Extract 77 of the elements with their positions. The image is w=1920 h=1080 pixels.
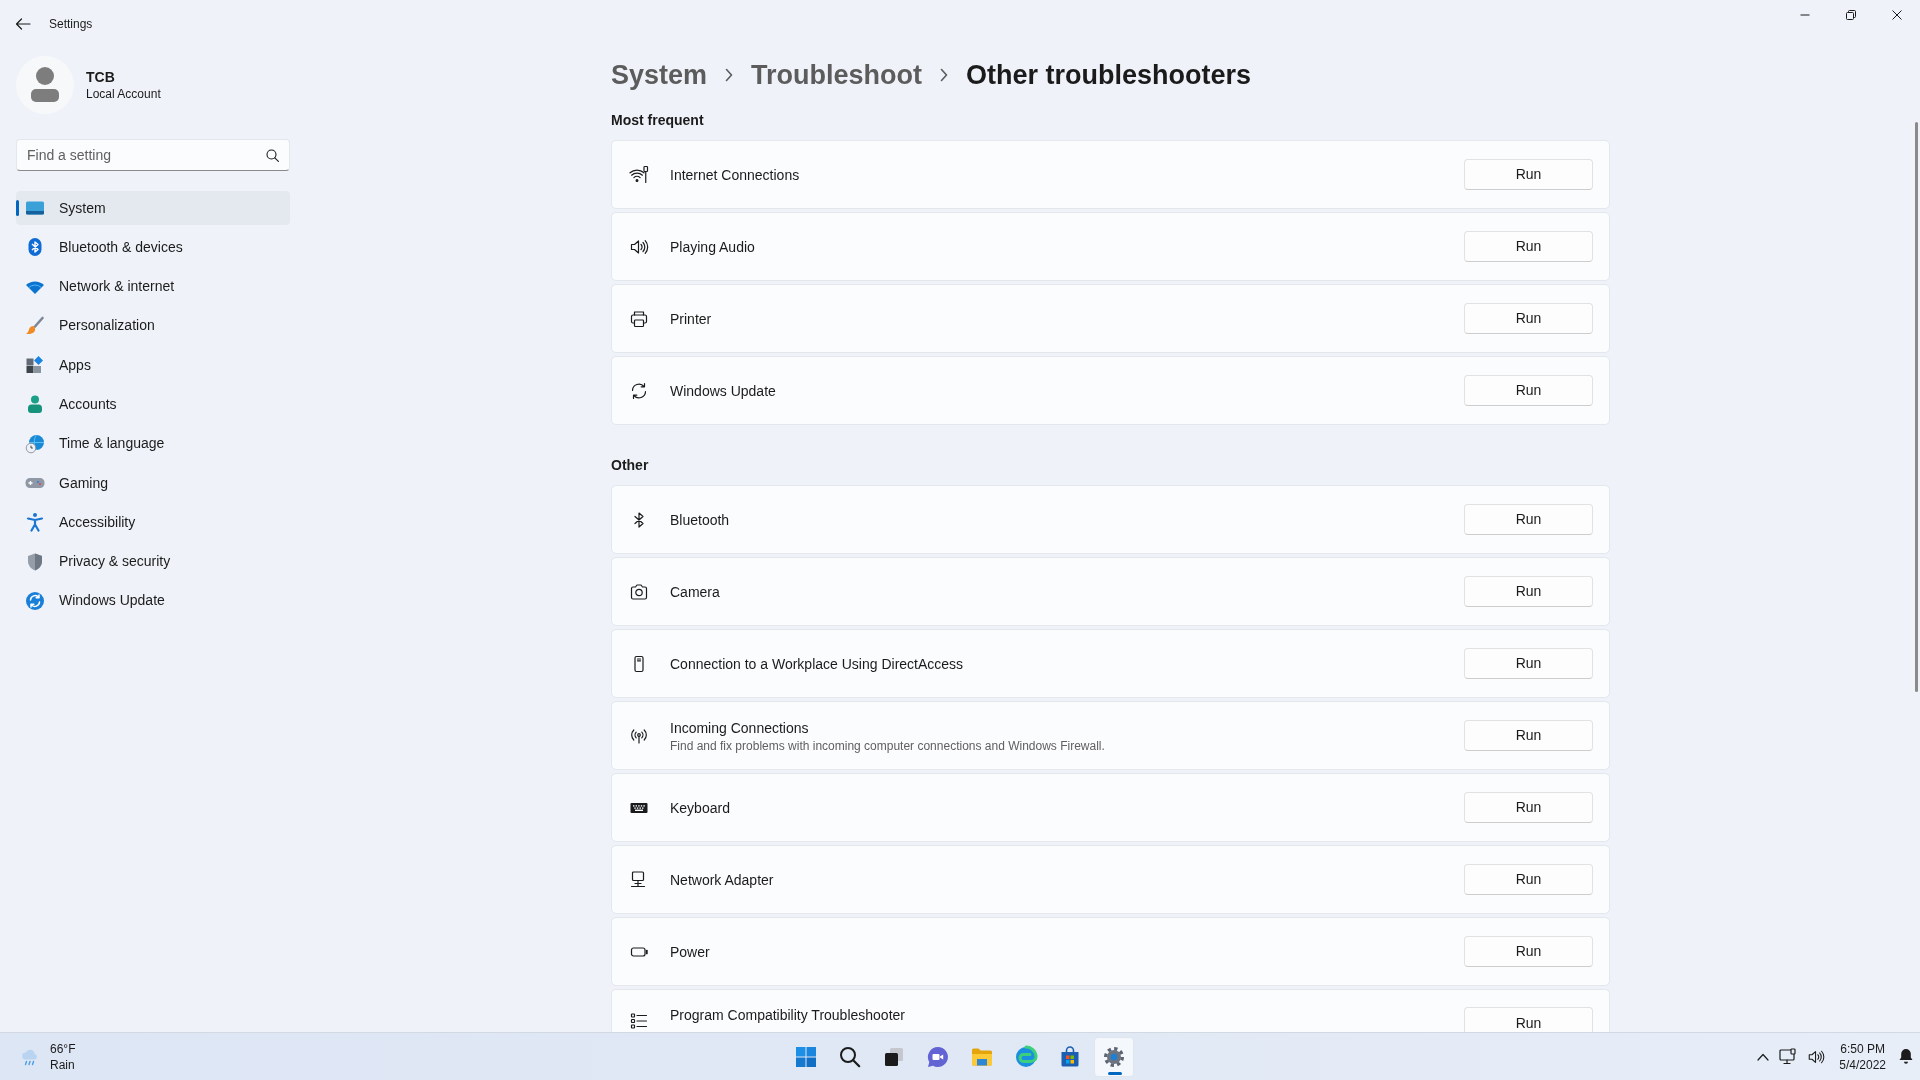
wifi-icon bbox=[629, 164, 649, 185]
chat-bubble-icon[interactable] bbox=[926, 1044, 950, 1069]
breadcrumb-link[interactable]: System bbox=[611, 55, 708, 95]
troubleshooter-title: Network Adapter bbox=[670, 870, 775, 890]
sidebar-item[interactable]: Personalization bbox=[16, 308, 290, 343]
troubleshooter-title: Printer bbox=[670, 309, 713, 329]
person-icon bbox=[25, 394, 45, 415]
window-title: Settings bbox=[49, 16, 93, 32]
bluetooth-icon bbox=[25, 237, 45, 258]
bell-icon[interactable] bbox=[1898, 1048, 1914, 1065]
sidebar-item[interactable]: Time & language bbox=[16, 426, 290, 461]
run-button[interactable]: Run bbox=[1464, 936, 1593, 967]
run-button[interactable]: Run bbox=[1464, 1007, 1593, 1032]
troubleshooter-description: Find and fix problems with incoming computer connections and Windows Firewall. bbox=[670, 737, 1106, 754]
run-button[interactable]: Run bbox=[1464, 576, 1593, 607]
monitor-icon[interactable] bbox=[1779, 1047, 1798, 1066]
troubleshooter-title: Power bbox=[670, 942, 711, 962]
run-button[interactable]: Run bbox=[1464, 504, 1593, 535]
globe-clock-icon bbox=[25, 433, 45, 454]
sync-icon bbox=[629, 380, 649, 401]
restore-icon[interactable] bbox=[1846, 10, 1856, 20]
chevron-right-icon bbox=[725, 68, 734, 82]
search-icon[interactable] bbox=[838, 1044, 862, 1069]
camera-icon bbox=[629, 581, 649, 602]
search-icon bbox=[266, 149, 279, 162]
search-field[interactable]: Find a setting bbox=[16, 139, 290, 171]
gear-icon[interactable] bbox=[1102, 1044, 1126, 1069]
run-button[interactable]: Run bbox=[1464, 159, 1593, 190]
weather-condition[interactable]: Rain bbox=[50, 1056, 76, 1073]
account-name: TCB bbox=[86, 68, 116, 86]
run-button[interactable]: Run bbox=[1464, 864, 1593, 895]
shield-icon bbox=[25, 551, 45, 572]
clock-date[interactable]: 5/4/2022 bbox=[1839, 1056, 1886, 1073]
clock-time[interactable]: 6:50 PM bbox=[1840, 1040, 1885, 1057]
troubleshooter-title: Internet Connections bbox=[670, 165, 801, 185]
sidebar-item[interactable]: Windows Update bbox=[16, 583, 290, 618]
chevron-right-icon bbox=[940, 68, 949, 82]
breadcrumb-link[interactable]: Troubleshoot bbox=[751, 55, 923, 95]
sync-icon bbox=[25, 590, 45, 611]
troubleshooter-title: Playing Audio bbox=[670, 237, 756, 257]
sidebar-item[interactable]: System bbox=[16, 191, 290, 225]
avatar-icon bbox=[16, 56, 74, 114]
account-type: Local Account bbox=[86, 86, 161, 102]
sidebar-item[interactable]: Bluetooth & devices bbox=[16, 230, 290, 265]
accessibility-icon bbox=[25, 512, 45, 533]
paintbrush-icon bbox=[25, 315, 45, 336]
troubleshooter-title: Bluetooth bbox=[670, 510, 731, 530]
troubleshooter-title: Incoming Connections bbox=[670, 718, 810, 738]
page-title: Other troubleshooters bbox=[966, 59, 1252, 92]
troubleshooter-title: Program Compatibility Troubleshooter bbox=[670, 1006, 906, 1025]
weather-temperature[interactable]: 66°F bbox=[50, 1040, 76, 1057]
scrollbar-thumb[interactable] bbox=[1915, 122, 1918, 692]
run-button[interactable]: Run bbox=[1464, 648, 1593, 679]
swirl-icon[interactable] bbox=[1014, 1044, 1038, 1069]
section-heading: Most frequent bbox=[611, 111, 705, 130]
run-button[interactable]: Run bbox=[1464, 720, 1593, 751]
troubleshooter-title: Keyboard bbox=[670, 798, 731, 818]
close-icon[interactable] bbox=[1892, 10, 1902, 20]
sidebar-item[interactable]: Apps bbox=[16, 348, 290, 383]
troubleshooter-title: Windows Update bbox=[670, 381, 777, 401]
section-heading: Other bbox=[611, 456, 650, 475]
sidebar-item[interactable]: Privacy & security bbox=[16, 544, 290, 579]
troubleshooter-title: Connection to a Workplace Using DirectAccess bbox=[670, 654, 965, 674]
run-button[interactable]: Run bbox=[1464, 792, 1593, 823]
run-button[interactable]: Run bbox=[1464, 303, 1593, 334]
apps-grid-icon bbox=[25, 355, 45, 376]
four-squares-icon[interactable] bbox=[794, 1044, 818, 1069]
sidebar-item[interactable]: Accounts bbox=[16, 387, 290, 422]
run-button[interactable]: Run bbox=[1464, 231, 1593, 262]
run-button[interactable]: Run bbox=[1464, 375, 1593, 406]
sidebar-item[interactable]: Network & internet bbox=[16, 269, 290, 304]
sidebar-item[interactable]: Gaming bbox=[16, 466, 290, 501]
sidebar-item[interactable]: Accessibility bbox=[16, 505, 290, 540]
printer-icon bbox=[629, 308, 649, 329]
troubleshooter-title: Camera bbox=[670, 582, 721, 602]
list-icon bbox=[629, 1011, 649, 1031]
chevron-up-icon[interactable] bbox=[1757, 1052, 1770, 1061]
